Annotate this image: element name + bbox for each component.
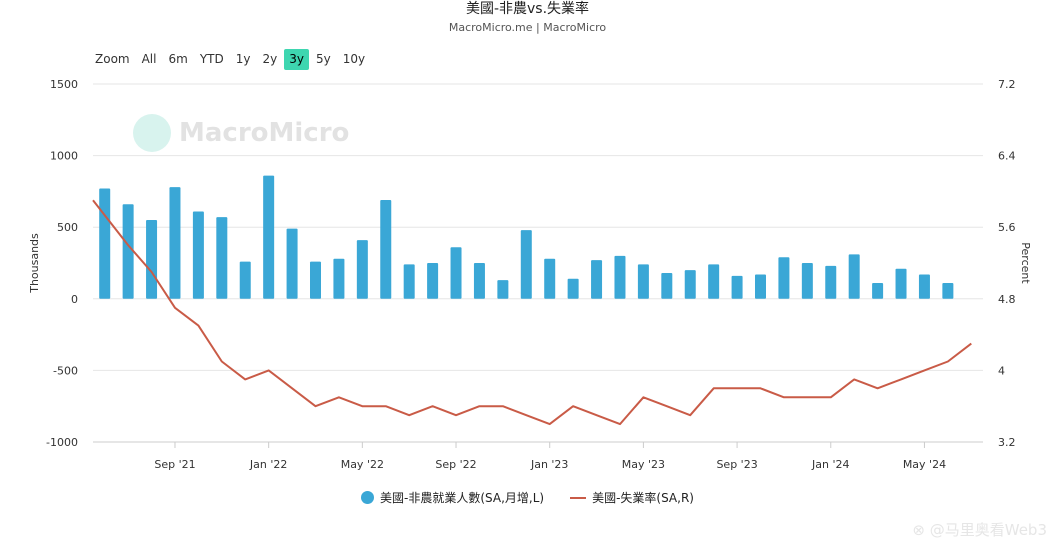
bar-payrolls	[122, 204, 134, 299]
legend-bar-swatch	[361, 491, 375, 504]
bar-payrolls	[872, 283, 884, 299]
footer-watermark: ⊗ @马里奥看Web3	[912, 521, 1047, 539]
y-left-tick-label: 1500	[50, 78, 78, 91]
legend: 美國-非農就業人數(SA,月增,L) 美國-失業率(SA,R)	[0, 489, 1055, 506]
y-right-tick-label: 7.2	[998, 78, 1016, 91]
bar-payrolls	[497, 280, 509, 299]
bar-payrolls	[684, 270, 696, 299]
y-left-tick-label: 1000	[50, 150, 78, 163]
bar-payrolls	[450, 247, 462, 299]
y-right-tick-label: 4	[998, 364, 1005, 377]
y-left-tick-label: 0	[71, 293, 78, 306]
x-tick-label: Jan '24	[811, 458, 849, 471]
x-tick-label: Sep '22	[435, 458, 476, 471]
bar-payrolls	[216, 217, 228, 299]
bar-payrolls	[614, 255, 626, 299]
bar-payrolls	[427, 263, 439, 299]
legend-label-payrolls: 美國-非農就業人數(SA,月增,L)	[380, 491, 545, 505]
bar-payrolls	[918, 274, 930, 299]
y-left-axis-title: Thousands	[28, 233, 41, 294]
y-left-tick-label: -1000	[46, 436, 78, 449]
x-tick-label: Jan '22	[249, 458, 287, 471]
bar-payrolls	[942, 283, 954, 299]
bar-payrolls	[591, 260, 603, 299]
bar-payrolls	[146, 220, 158, 299]
legend-label-unemployment: 美國-失業率(SA,R)	[592, 491, 694, 505]
bar-payrolls	[169, 187, 181, 299]
y-right-tick-label: 4.8	[998, 293, 1016, 306]
y-left-tick-label: 500	[57, 221, 78, 234]
bar-payrolls	[239, 261, 251, 299]
y-right-tick-label: 6.4	[998, 150, 1016, 163]
bar-payrolls	[778, 257, 790, 299]
bar-payrolls	[755, 274, 766, 299]
x-tick-label: Jan '23	[530, 458, 568, 471]
bar-payrolls	[473, 263, 485, 299]
bar-payrolls	[286, 228, 298, 299]
bar-payrolls	[403, 264, 415, 299]
bar-payrolls	[825, 265, 837, 299]
y-right-tick-label: 5.6	[998, 221, 1016, 234]
bar-payrolls	[356, 240, 368, 299]
y-right-axis-title: Percent	[1019, 242, 1032, 284]
bar-payrolls	[544, 258, 556, 299]
bar-payrolls	[731, 275, 743, 299]
bar-payrolls	[380, 199, 392, 299]
bar-payrolls	[263, 175, 275, 299]
x-tick-label: May '23	[622, 458, 665, 471]
y-right-tick-label: 3.2	[998, 436, 1016, 449]
bar-payrolls	[567, 278, 579, 299]
legend-item-unemployment[interactable]: 美國-失業率(SA,R)	[570, 489, 694, 506]
bar-payrolls	[895, 268, 907, 299]
bar-payrolls	[661, 273, 673, 299]
legend-item-payrolls[interactable]: 美國-非農就業人數(SA,月增,L)	[361, 489, 544, 506]
bar-payrolls	[333, 258, 345, 299]
bar-payrolls	[192, 211, 204, 299]
bar-payrolls	[848, 254, 860, 299]
bar-payrolls	[637, 264, 649, 299]
bar-payrolls	[520, 230, 532, 299]
x-tick-label: Sep '21	[154, 458, 195, 471]
y-left-tick-label: -500	[53, 364, 78, 377]
chart-plot-area: 1500 1000 500 0 -500 -1000 7.2 6.4 5.6 4.8 4 3.2 Tho…	[28, 78, 1032, 471]
bar-payrolls	[708, 264, 720, 299]
legend-line-swatch	[570, 496, 587, 499]
bar-payrolls	[99, 188, 111, 299]
x-tick-label: May '22	[341, 458, 384, 471]
bar-payrolls	[310, 261, 321, 299]
x-tick-label: Sep '23	[716, 458, 757, 471]
bar-payrolls	[801, 263, 813, 299]
x-tick-label: May '24	[903, 458, 946, 471]
